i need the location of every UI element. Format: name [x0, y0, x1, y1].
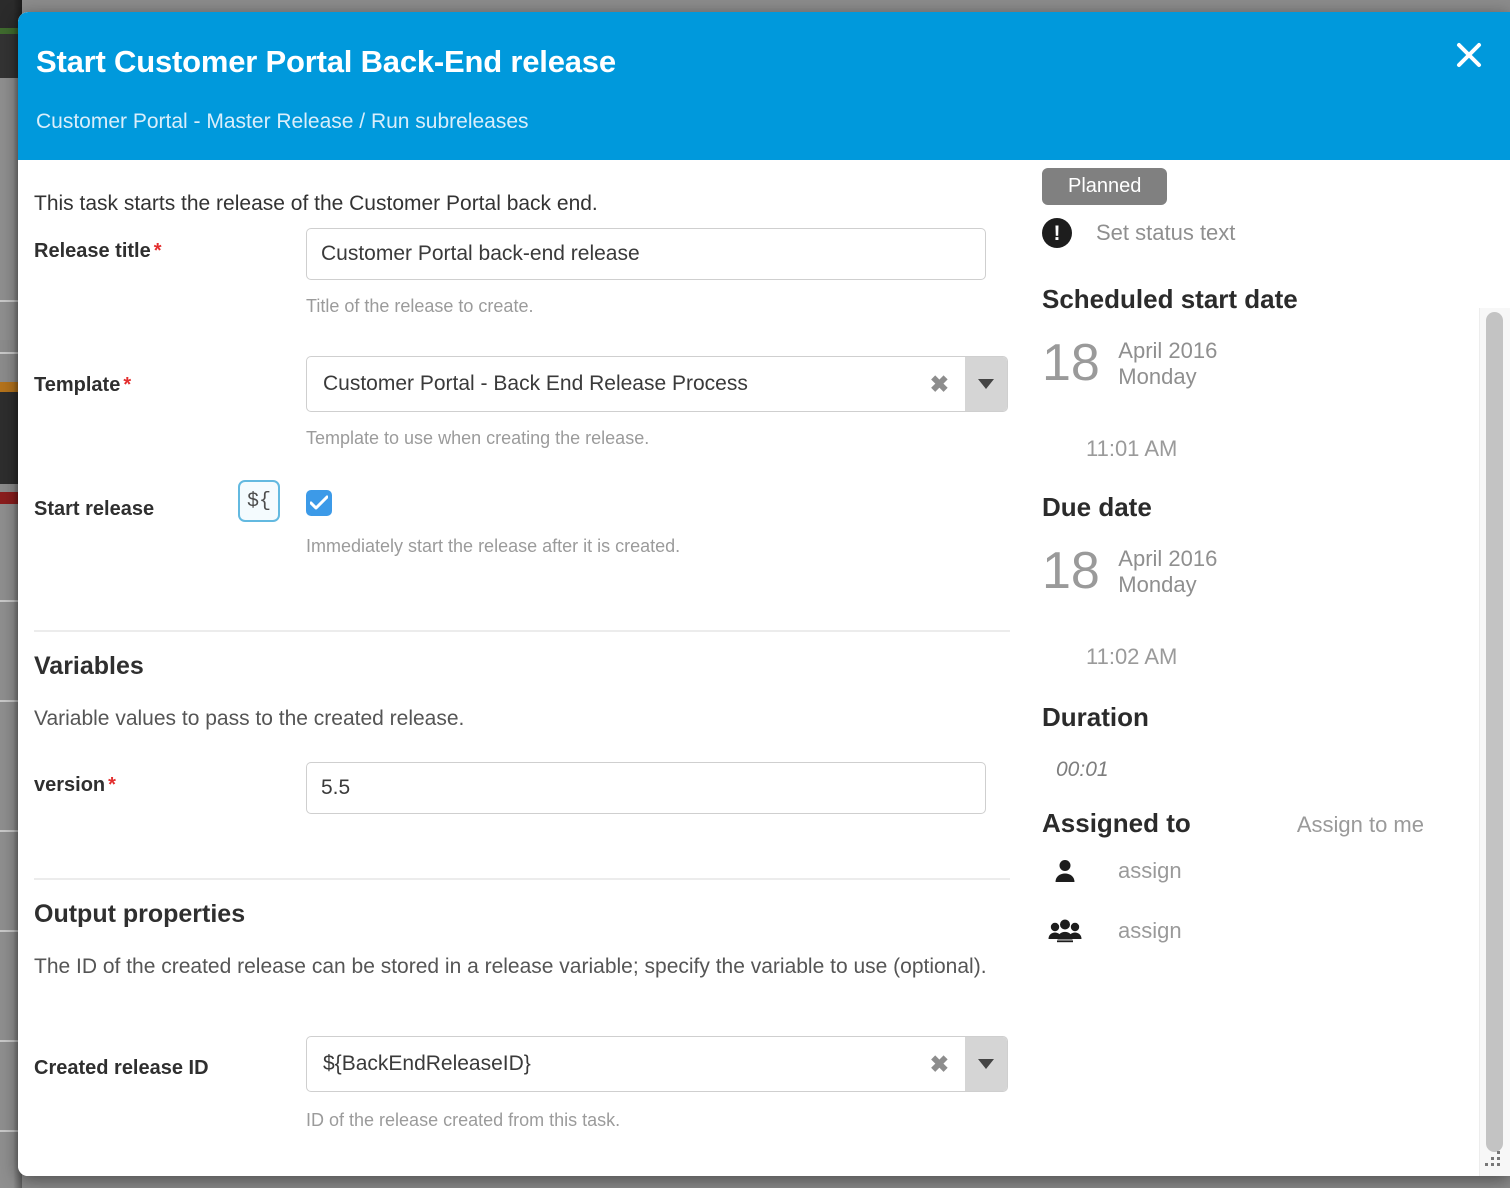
assign-user-row[interactable]: assign	[1042, 858, 1182, 884]
scheduled-start-date-heading: Scheduled start date	[1042, 284, 1298, 314]
chevron-down-icon	[978, 379, 994, 389]
output-section-description: The ID of the created release can be sto…	[34, 955, 987, 978]
vertical-scrollbar[interactable]	[1479, 308, 1510, 1176]
assign-team-label: assign	[1118, 918, 1182, 943]
variables-section-description: Variable values to pass to the created r…	[34, 707, 465, 730]
due-date-time[interactable]: 11:02 AM	[1086, 644, 1177, 670]
due-date-day: 18	[1042, 542, 1100, 600]
template-dropdown-arrow-icon[interactable]	[965, 357, 1007, 411]
release-title-label-text: Release title	[34, 240, 151, 262]
template-label: Template *	[34, 372, 284, 399]
created-release-id-hint: ID of the release created from this task…	[306, 1110, 621, 1130]
status-badge: Planned	[1042, 168, 1168, 205]
due-date-month-weekday: April 2016 Monday	[1118, 544, 1217, 598]
release-title-label: Release title *	[34, 238, 284, 265]
release-title-hint: Title of the release to create.	[306, 296, 534, 316]
start-release-checkbox[interactable]	[306, 490, 332, 516]
version-input[interactable]	[306, 762, 986, 814]
chevron-down-icon	[978, 1059, 994, 1069]
created-release-id-label: Created release ID	[34, 1057, 209, 1079]
form-column: This task starts the release of the Cust…	[18, 160, 1028, 1176]
due-date-month-year: April 2016	[1118, 546, 1218, 571]
output-section-title: Output properties	[34, 900, 246, 928]
dialog-body: This task starts the release of the Cust…	[18, 160, 1510, 1176]
template-selected-value: Customer Portal - Back End Release Proce…	[323, 372, 748, 395]
template-hint: Template to use when creating the releas…	[306, 428, 650, 448]
created-release-id-select[interactable]: ${BackEndReleaseID} ✖	[306, 1036, 1008, 1092]
template-clear-icon[interactable]: ✖	[930, 357, 949, 411]
scrollbar-thumb[interactable]	[1486, 312, 1503, 1152]
created-release-id-dropdown-arrow-icon[interactable]	[965, 1037, 1007, 1091]
duration-value[interactable]: 00:01	[1056, 758, 1109, 782]
set-status-text-button[interactable]: ! Set status text	[1042, 218, 1235, 248]
created-release-id-value: ${BackEndReleaseID}	[323, 1052, 531, 1075]
scheduled-start-date-value[interactable]: 18 April 2016 Monday	[1042, 336, 1217, 390]
template-label-text: Template	[34, 374, 121, 396]
scheduled-start-day: 18	[1042, 334, 1100, 392]
assigned-to-heading: Assigned to	[1042, 808, 1191, 838]
dialog-title: Start Customer Portal Back-End release	[36, 44, 616, 79]
required-asterisk: *	[108, 774, 116, 796]
due-date-heading: Due date	[1042, 492, 1152, 522]
due-date-weekday: Monday	[1118, 572, 1197, 597]
set-status-text-label: Set status text	[1096, 220, 1236, 245]
variables-section-title: Variables	[34, 652, 144, 680]
user-icon	[1042, 858, 1088, 884]
required-asterisk: *	[123, 374, 132, 396]
breadcrumb: Customer Portal - Master Release / Run s…	[36, 110, 529, 133]
variable-picker-button[interactable]: ${	[238, 480, 280, 522]
dialog-header: Start Customer Portal Back-End release C…	[18, 12, 1510, 160]
section-divider	[34, 630, 1010, 632]
release-title-input[interactable]	[306, 228, 986, 280]
start-release-hint: Immediately start the release after it i…	[306, 536, 681, 556]
details-sidebar: Planned ! Set status text Scheduled star…	[1028, 160, 1468, 1176]
users-group-icon	[1042, 918, 1088, 944]
task-dialog: Start Customer Portal Back-End release C…	[18, 12, 1510, 1176]
due-date-value[interactable]: 18 April 2016 Monday	[1042, 544, 1217, 598]
scheduled-start-time[interactable]: 11:01 AM	[1086, 436, 1177, 462]
assign-to-me-button[interactable]: Assign to me	[1297, 812, 1424, 838]
version-label-text: version	[34, 774, 106, 796]
required-asterisk: *	[153, 240, 162, 262]
resize-grip-icon[interactable]	[1480, 1148, 1502, 1170]
section-divider	[34, 878, 1010, 880]
created-release-id-clear-icon[interactable]: ✖	[930, 1037, 949, 1091]
close-icon[interactable]	[1452, 38, 1486, 72]
exclamation-icon: !	[1042, 218, 1072, 248]
assign-team-row[interactable]: assign	[1042, 918, 1182, 944]
template-select[interactable]: Customer Portal - Back End Release Proce…	[306, 356, 1008, 412]
task-description: This task starts the release of the Cust…	[34, 192, 598, 215]
assign-user-label: assign	[1118, 858, 1182, 883]
scheduled-start-month-weekday: April 2016 Monday	[1118, 336, 1217, 390]
scheduled-start-month-year: April 2016	[1118, 338, 1218, 363]
duration-heading: Duration	[1042, 702, 1149, 732]
version-label: version *	[34, 772, 284, 799]
scheduled-start-weekday: Monday	[1118, 364, 1197, 389]
